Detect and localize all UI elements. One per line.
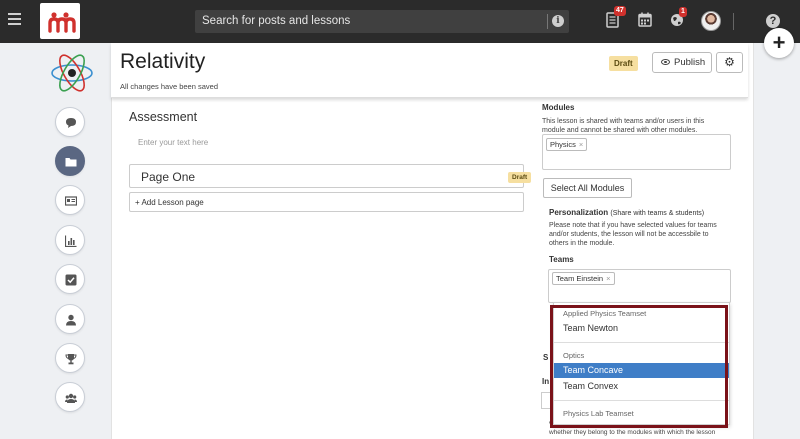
module-tag-label: Physics	[550, 140, 576, 149]
page-status-badge: Draft	[508, 172, 532, 183]
plus-icon[interactable]: +	[764, 28, 794, 58]
personalization-heading: Personalization (Share with teams & stud…	[549, 208, 704, 217]
personalization-description-3: others in the module.	[549, 240, 615, 247]
settings-button[interactable]: ⚙	[716, 52, 743, 73]
gear-icon: ⚙	[724, 55, 735, 69]
lesson-header: Relativity All changes have been saved D…	[111, 43, 748, 98]
topbar-divider	[733, 13, 734, 30]
user-icon[interactable]	[55, 304, 85, 334]
select-all-modules-button[interactable]: Select All Modules	[543, 178, 632, 198]
lesson-logo-icon	[49, 50, 95, 96]
eye-icon	[661, 59, 670, 65]
id-card-icon[interactable]	[55, 185, 85, 215]
folder-icon[interactable]	[55, 146, 85, 176]
group-icon[interactable]	[55, 382, 85, 412]
obscured-heading-fragment: S	[543, 353, 549, 362]
bar-chart-icon[interactable]	[55, 225, 85, 255]
add-lesson-page-button[interactable]: + Add Lesson page	[129, 192, 524, 212]
lesson-text-input[interactable]: Enter your text here	[138, 138, 208, 147]
user-avatar[interactable]	[701, 11, 721, 31]
remove-tag-icon[interactable]: ×	[606, 274, 610, 283]
top-bar: Search for posts and lessons i 47 1 ?	[0, 0, 800, 43]
obscured-label-fragment: In	[542, 377, 550, 386]
lesson-page-item[interactable]: Page One Draft	[129, 164, 532, 188]
info-icon[interactable]: i	[552, 15, 564, 27]
teams-select[interactable]: Team Einstein ×	[548, 269, 731, 303]
checkbox-icon[interactable]	[55, 264, 85, 294]
modules-select[interactable]: Physics ×	[542, 134, 731, 170]
calendar-icon[interactable]	[638, 12, 652, 32]
search-divider	[547, 14, 548, 29]
status-badge: Draft	[609, 56, 638, 71]
page-title: Relativity	[120, 50, 206, 73]
lesson-page-label: Page One	[141, 170, 196, 184]
publish-label: Publish	[674, 57, 706, 68]
personalization-subtitle: (Share with teams & students)	[610, 210, 705, 217]
personalization-title: Personalization	[549, 208, 609, 217]
remove-tag-icon[interactable]: ×	[579, 140, 583, 149]
team-tag[interactable]: Team Einstein ×	[552, 272, 615, 285]
search-bar[interactable]: Search for posts and lessons i	[195, 10, 569, 33]
help-icon[interactable]: ?	[766, 14, 780, 28]
assessment-title[interactable]: Assessment	[129, 110, 197, 124]
notification-badge: 47	[614, 6, 626, 16]
module-tag[interactable]: Physics ×	[546, 138, 588, 151]
trophy-icon[interactable]	[55, 343, 85, 373]
search-input[interactable]: Search for posts and lessons	[202, 15, 350, 27]
save-status: All changes have been saved	[120, 82, 218, 91]
globe-badge: 1	[679, 7, 687, 17]
publish-button[interactable]: Publish	[652, 52, 712, 73]
team-tag-label: Team Einstein	[556, 274, 604, 283]
menu-icon[interactable]	[8, 13, 21, 27]
modules-heading: Modules	[542, 103, 575, 112]
chat-icon[interactable]	[55, 107, 85, 137]
teams-heading: Teams	[549, 255, 574, 264]
annotation-highlight-box	[550, 305, 728, 428]
app-logo[interactable]	[40, 3, 80, 39]
interests-description-2: whether they belong to the modules with …	[549, 429, 716, 436]
